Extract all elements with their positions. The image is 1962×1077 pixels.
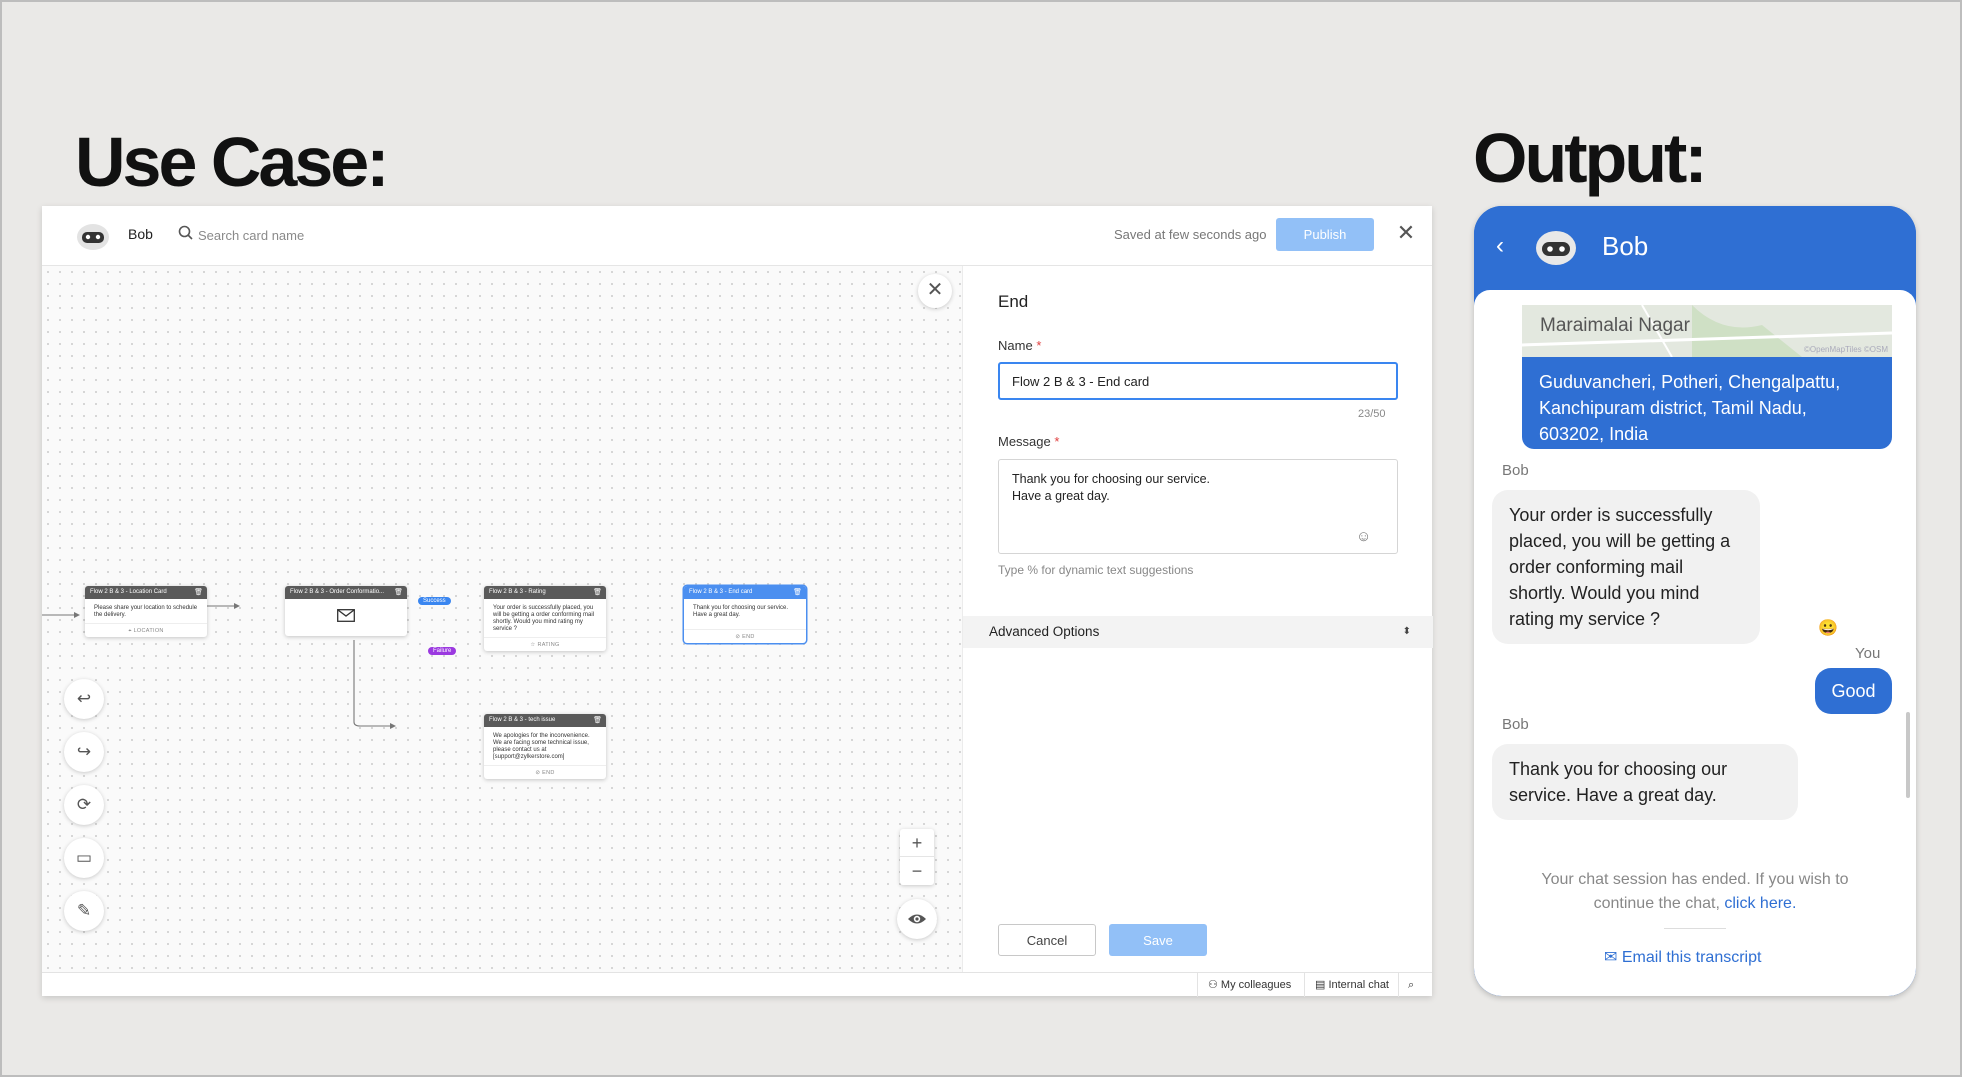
message-line: Have a great day. [1012, 489, 1110, 503]
flow-card-location[interactable]: Flow 2 B & 3 - Location Card 🗑 Please sha… [85, 586, 207, 637]
location-address-bubble: Guduvancheri, Potheri, Chengalpattu, Kan… [1522, 357, 1892, 449]
name-label: Name * [998, 338, 1042, 353]
email-transcript-link[interactable]: ✉ Email this transcript [1604, 947, 1761, 967]
panel-title: End [998, 292, 1029, 311]
card-type: RATING [537, 642, 560, 648]
delete-icon[interactable]: 🗑 [394, 586, 403, 599]
chat-header: ‹ Bob [1474, 206, 1916, 292]
save-status: Saved at few seconds ago [1114, 227, 1267, 242]
delete-icon[interactable]: 🗑 [793, 586, 802, 599]
my-colleagues-button[interactable]: ⚇ My colleagues [1197, 973, 1301, 997]
zoom-in-button[interactable]: + [900, 829, 934, 857]
search-icon [178, 225, 193, 240]
delete-icon[interactable]: 🗑 [194, 586, 203, 599]
success-branch-label: Success [418, 597, 451, 605]
status-bar: ⚇ My colleagues ▤ Internal chat ⌕ [42, 972, 1432, 997]
eye-icon [908, 914, 926, 924]
envelope-icon: ✉ [1604, 949, 1622, 966]
bot-avatar-icon [1536, 231, 1576, 265]
card-type: END [742, 634, 755, 640]
message-label: Message * [998, 434, 1060, 449]
map-credit: ©OpenMapTiles ©OSM [1804, 345, 1888, 354]
bot-name: Bob [128, 226, 153, 242]
chat-messages[interactable]: Maraimalai Nagar ©OpenMapTiles ©OSM Gudu… [1474, 290, 1916, 996]
flow-card-tech-issue[interactable]: Flow 2 B & 3 - tech issue 🗑 We apologies … [484, 714, 606, 779]
flow-card-rating[interactable]: Flow 2 B & 3 - Rating 🗑 Your order is suc… [484, 586, 606, 651]
card-body: Thank you for choosing our service. Have… [693, 605, 789, 618]
publish-button[interactable]: Publish [1276, 218, 1374, 251]
card-title: Flow 2 B & 3 - Order Conformatio... [290, 589, 385, 595]
continue-chat-link[interactable]: click here. [1724, 895, 1796, 912]
preview-eye-button[interactable] [897, 899, 937, 939]
redo-button[interactable]: ↪ [64, 732, 104, 772]
name-char-count: 23/50 [1358, 408, 1386, 420]
people-icon: ⚇ [1208, 979, 1221, 991]
close-builder-button[interactable]: ✕ [1394, 222, 1418, 246]
user-message: Good [1815, 668, 1892, 714]
advanced-options-toggle[interactable]: Advanced Options ⬍ [963, 616, 1433, 648]
reaction-emoji-icon[interactable]: 😀 [1818, 618, 1838, 638]
flow-card-order-confirmation[interactable]: Flow 2 B & 3 - Order Conformatio... 🗑 [285, 586, 407, 636]
cancel-button[interactable]: Cancel [998, 924, 1096, 956]
card-settings-panel: End Name * 23/50 Message * Thank you for… [962, 266, 1433, 972]
delete-icon[interactable]: 🗑 [593, 586, 602, 599]
chat-widget: ‹ Bob Maraimalai Nagar ©OpenMapTiles ©OS… [1474, 206, 1916, 996]
refresh-button[interactable]: ⟳ [64, 785, 104, 825]
chat-title: Bob [1602, 231, 1649, 261]
sender-name: Bob [1502, 716, 1529, 733]
message-textarea[interactable]: Thank you for choosing our service. Have… [998, 459, 1398, 554]
card-title: Flow 2 B & 3 - End card [689, 589, 753, 595]
card-type: LOCATION [133, 628, 164, 634]
zoom-out-button[interactable]: − [900, 857, 934, 885]
map-place-label: Maraimalai Nagar [1540, 315, 1690, 336]
card-search-input[interactable] [198, 223, 458, 247]
failure-branch-label: Failure [428, 647, 457, 655]
save-button[interactable]: Save [1109, 924, 1207, 956]
bot-message: Your order is successfully placed, you w… [1492, 490, 1760, 644]
delete-icon[interactable]: 🗑 [593, 714, 602, 727]
builder-topbar: Bob Saved at few seconds ago Publish ✕ [42, 206, 1432, 266]
output-heading: Output: [1473, 119, 1708, 197]
back-arrow-icon[interactable]: ‹ [1496, 232, 1504, 260]
emoji-picker-icon[interactable]: ☺ [1356, 528, 1371, 545]
statusbar-search-icon[interactable]: ⌕ [1398, 973, 1423, 997]
internal-chat-button[interactable]: ▤ Internal chat [1304, 973, 1399, 997]
magic-wand-button[interactable]: ✎ [64, 891, 104, 931]
card-title: Flow 2 B & 3 - Rating [489, 589, 546, 595]
preview-desktop-button[interactable]: ▭ [64, 838, 104, 878]
card-title: Flow 2 B & 3 - Location Card [90, 589, 167, 595]
card-type: END [542, 770, 555, 776]
flow-canvas[interactable]: ✕ Flow 2 B & 3 - Location Card 🗑 Please s… [42, 266, 962, 972]
undo-button[interactable]: ↩ [64, 679, 104, 719]
use-case-heading: Use Case: [75, 123, 390, 201]
flow-card-end-card[interactable]: Flow 2 B & 3 - End card 🗑 Thank you for c… [684, 586, 806, 643]
chat-scrollbar[interactable] [1906, 712, 1910, 798]
zoom-controls: + − [900, 829, 934, 885]
chat-icon: ▤ [1315, 979, 1329, 991]
mail-icon [337, 609, 355, 622]
card-body: Please share your location to schedule t… [94, 605, 198, 618]
sender-name: Bob [1502, 462, 1529, 479]
card-body: We apologies for the inconvenience. We a… [493, 733, 590, 760]
message-line: Thank you for choosing our service. [1012, 472, 1211, 486]
dynamic-text-hint: Type % for dynamic text suggestions [998, 563, 1194, 577]
bot-message: Thank you for choosing our service. Have… [1492, 744, 1798, 820]
card-title: Flow 2 B & 3 - tech issue [489, 717, 556, 723]
card-body: Your order is successfully placed, you w… [493, 605, 595, 632]
close-canvas-button[interactable]: ✕ [918, 274, 952, 308]
sort-arrows-icon: ⬍ [1402, 626, 1411, 637]
location-map[interactable]: Maraimalai Nagar ©OpenMapTiles ©OSM [1522, 305, 1892, 357]
divider [1664, 928, 1726, 929]
bot-avatar-icon [77, 224, 109, 250]
sender-name: You [1855, 645, 1881, 662]
card-name-input[interactable] [998, 362, 1398, 400]
session-ended-notice: Your chat session has ended. If you wish… [1541, 871, 1849, 912]
bot-builder-window: Bob Saved at few seconds ago Publish ✕ [42, 206, 1433, 997]
